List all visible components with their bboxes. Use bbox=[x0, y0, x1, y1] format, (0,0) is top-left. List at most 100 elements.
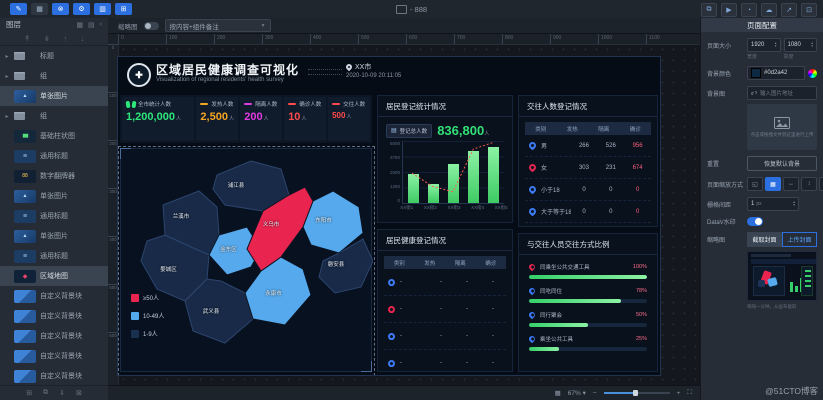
stepper-arrows-icon[interactable]: ▴▾ bbox=[811, 42, 813, 49]
scale-mode-button[interactable]: ⊘ bbox=[819, 177, 823, 191]
grid-view-icon[interactable]: ▦ bbox=[76, 21, 83, 29]
contact-ways-panel[interactable]: 与交往人员交往方式比例 同乘坐公共交通工具 100% 同吃同住 78% 同行聚会… bbox=[518, 233, 658, 372]
toolbar-button[interactable]: ⊗ bbox=[52, 3, 69, 15]
ratio-label: 乘坐公共工具 bbox=[540, 335, 573, 343]
small-icon[interactable]: ⊞ bbox=[26, 389, 32, 397]
legend-label: ≥50人 bbox=[143, 293, 159, 302]
bg-image-placeholder: 输入图片地址 bbox=[760, 89, 793, 97]
layer-item[interactable]: ▸ 组 bbox=[0, 106, 108, 126]
table-cell: - bbox=[454, 333, 480, 339]
layer-item[interactable]: ▸ 单张图片 bbox=[0, 86, 108, 106]
zoom-in-button[interactable]: + bbox=[677, 390, 681, 397]
layer-item[interactable]: ▸ 组 bbox=[0, 66, 108, 86]
small-icon[interactable]: ↟ bbox=[24, 34, 31, 43]
bg-image-url-input[interactable]: 输入图片地址 bbox=[747, 86, 817, 100]
small-icon[interactable]: ↓ bbox=[80, 34, 84, 43]
ruler-tick: 500 bbox=[108, 284, 118, 332]
toolbar-button[interactable]: ⊞ bbox=[115, 3, 132, 15]
table-cell: 0 bbox=[597, 209, 624, 215]
toolbar-right-button[interactable]: ☁ bbox=[761, 3, 777, 17]
layer-item[interactable]: ▸ 自定义背景块 bbox=[0, 346, 108, 366]
height-stepper[interactable]: 1080▴▾ bbox=[784, 38, 818, 52]
toolbar-button-icon: ⊗ bbox=[58, 5, 64, 13]
layer-item[interactable]: ▸ 通用标题 bbox=[0, 206, 108, 226]
stepper-arrows-icon[interactable]: ▴▾ bbox=[775, 42, 777, 49]
stat-label: 发热人数 bbox=[211, 100, 233, 108]
color-picker-icon[interactable] bbox=[808, 69, 817, 78]
stat-card: 发热人数 2,500人 bbox=[196, 97, 238, 141]
dashboard-artboard[interactable]: ✚ 区域居民健康调查可视化 Visualization of regional … bbox=[118, 57, 660, 375]
thumbnail-toggle[interactable] bbox=[144, 22, 159, 30]
toolbar-button[interactable]: ✎ bbox=[10, 3, 27, 15]
toolbar-right-button[interactable]: ◔ bbox=[741, 3, 757, 17]
region-map-panel[interactable]: 浦江县 兰溪市 义乌市 东阳市 金东区 婺城区 磐安县 武义县 永康市 ≥50人… bbox=[120, 148, 372, 372]
link-icon bbox=[751, 90, 757, 96]
ratio-value: 50% bbox=[636, 312, 647, 318]
scale-mode-button[interactable]: ↔ bbox=[783, 177, 799, 191]
zoom-out-button[interactable]: − bbox=[593, 390, 597, 397]
small-icon[interactable]: ↡ bbox=[44, 34, 51, 43]
scale-mode-button[interactable]: ↕ bbox=[801, 177, 817, 191]
small-icon[interactable]: ⊠ bbox=[76, 389, 82, 397]
caret-icon: ▸ bbox=[4, 53, 10, 60]
layer-label: 通用标题 bbox=[40, 211, 68, 221]
tab-upload-cover[interactable]: 上传封面 bbox=[782, 232, 817, 247]
layer-item[interactable]: ▸ 通用标题 bbox=[0, 146, 108, 166]
small-icon[interactable]: ⇓ bbox=[59, 389, 65, 397]
small-icon[interactable]: ⧉ bbox=[43, 389, 48, 397]
toolbar-button[interactable]: ▦ bbox=[31, 3, 48, 15]
layer-item[interactable]: ▸ 标题 bbox=[0, 46, 108, 66]
registration-panel[interactable]: 居民登记统计情况 ▤ 登记总人数 836,800人 50003750250012… bbox=[377, 95, 513, 223]
watermark-toggle[interactable] bbox=[747, 217, 763, 226]
display-filter-dropdown[interactable]: 按内容+组件备注 ▼ bbox=[165, 19, 271, 32]
toolbar-button-icon: ⚙ bbox=[78, 5, 84, 13]
small-icon[interactable]: ↑ bbox=[63, 34, 67, 43]
stepper-arrows-icon[interactable]: ▴▾ bbox=[793, 201, 795, 208]
layer-item[interactable]: ▸ 基础柱状图 bbox=[0, 126, 108, 146]
toolbar-button[interactable]: ▥ bbox=[94, 3, 111, 15]
health-register-panel[interactable]: 居民健康登记情况 类别 发热 隔离 确诊 - - - - - - - - - -… bbox=[377, 229, 513, 372]
tab-capture-cover[interactable]: 截取封面 bbox=[747, 232, 782, 247]
zoom-slider[interactable] bbox=[604, 392, 670, 394]
toolbar-right-button[interactable]: ↗ bbox=[781, 3, 797, 17]
table-row: 大于等于18 0 0 0 bbox=[525, 201, 651, 223]
layer-item[interactable]: ▸ 自定义背景块 bbox=[0, 286, 108, 306]
pin-icon bbox=[528, 263, 536, 271]
layer-label: 通用标题 bbox=[40, 151, 68, 161]
toolbar-right-button[interactable]: ⊡ bbox=[801, 3, 817, 17]
restore-default-bg-button[interactable]: 恢复默认背景 bbox=[747, 156, 817, 171]
tab-page-config[interactable]: 页面配置 bbox=[701, 18, 823, 32]
table-header-cell: 发热 bbox=[557, 125, 589, 133]
scale-mode-button[interactable]: ◱ bbox=[747, 177, 763, 191]
layer-item[interactable]: ▸ 单张图片 bbox=[0, 186, 108, 206]
ratio-track bbox=[529, 323, 647, 327]
toolbar-left-group: ✎ ▦ ⊗ ⚙ ▥ ⊞ bbox=[10, 3, 132, 15]
layer-item[interactable]: ▸ 单张图片 bbox=[0, 226, 108, 246]
layer-item[interactable]: ▸ 数字翻牌器 bbox=[0, 166, 108, 186]
list-view-icon[interactable]: ▤ bbox=[88, 21, 95, 29]
toolbar-right-icon: ▶ bbox=[726, 6, 731, 14]
layer-label: 自定义背景块 bbox=[40, 311, 82, 321]
width-stepper[interactable]: 1920▴▾ bbox=[747, 38, 781, 52]
layer-item[interactable]: ▸ 自定义背景块 bbox=[0, 306, 108, 326]
legend-label: 10-49人 bbox=[143, 311, 164, 320]
toolbar-button[interactable]: ⚙ bbox=[73, 3, 90, 15]
zoom-slider-handle[interactable] bbox=[633, 390, 638, 396]
scale-mode-button[interactable]: ▦ bbox=[765, 177, 781, 191]
bg-color-input[interactable]: #0d2a42 bbox=[747, 66, 805, 80]
contact-register-panel[interactable]: 交往人数登记情况 类别 发热 隔离 确诊 男 266 526 956 女 303… bbox=[518, 95, 658, 227]
table-cell: - bbox=[454, 279, 480, 285]
minimap-icon[interactable]: ▦ bbox=[555, 389, 561, 397]
fit-screen-icon[interactable]: ⛶ bbox=[687, 389, 692, 397]
toolbar-right-button[interactable]: ⧉ bbox=[701, 3, 717, 17]
layer-item[interactable]: ▸ 区域地图 bbox=[0, 266, 108, 286]
datav-watermark-label: DataV水印 bbox=[707, 217, 744, 226]
grid-spacing-stepper[interactable]: 1 px ▴▾ bbox=[747, 197, 799, 211]
collapse-panel-icon[interactable]: ‹ bbox=[100, 21, 102, 29]
layer-item[interactable]: ▸ 通用标题 bbox=[0, 246, 108, 266]
layer-item[interactable]: ▸ 自定义背景块 bbox=[0, 326, 108, 346]
zoom-percent[interactable]: 67% ▾ bbox=[568, 389, 586, 397]
layer-item[interactable]: ▸ 自定义背景块 bbox=[0, 366, 108, 385]
toolbar-right-button[interactable]: ▶ bbox=[721, 3, 737, 17]
bg-image-dropzone[interactable]: 点击或拖拽文件到这里进行上传 bbox=[747, 104, 817, 150]
